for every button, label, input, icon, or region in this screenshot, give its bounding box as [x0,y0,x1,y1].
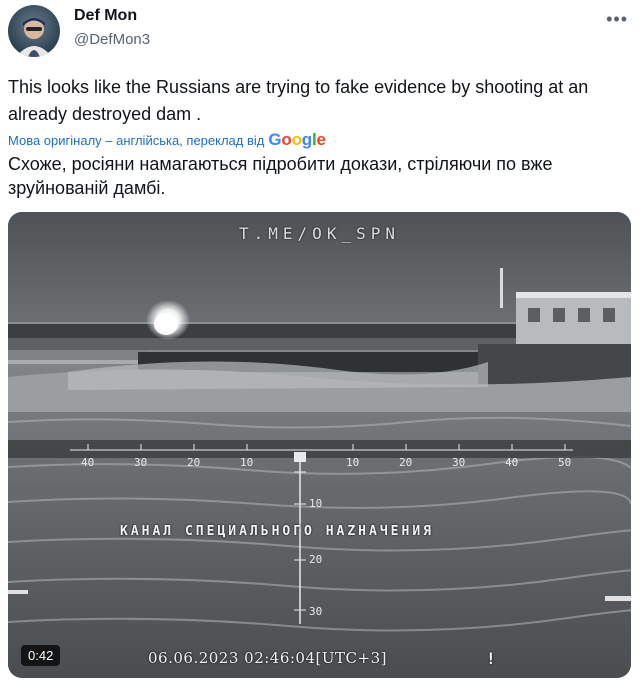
video-player[interactable]: T.ME/OK_SPN 40 30 20 10 10 20 30 40 50 1… [8,212,631,678]
author-handle[interactable]: @DefMon3 [74,31,150,48]
ruler-vertical-label: 30 [309,605,323,618]
ruler-right-label: 10 [346,456,360,469]
ruler-left-label: 40 [81,456,95,469]
tweet-text: This looks like the Russians are trying … [8,77,589,124]
author-name[interactable]: Def Mon [74,7,137,25]
translation-label: Мова оригіналу – англійська, переклад ві… [8,132,265,148]
video-marker: ! [486,649,496,668]
video-duration-badge: 0:42 [21,645,61,666]
author-avatar[interactable] [8,5,60,57]
video-watermark: T.ME/OK_SPN [239,224,400,243]
ruler-left-label: 10 [240,456,254,469]
ruler-vertical-label: 20 [309,553,323,566]
ruler-right-label: 40 [505,456,519,469]
channel-caption: КАНАЛ СПЕЦИАЛЬНОГО НАZНАЧЕНИЯ [120,524,434,539]
translated-text: Схоже, росіяни намагаються підробити док… [8,154,553,198]
ruler-vertical-label: 10 [309,497,323,510]
ruler-right-label: 20 [399,456,413,469]
ruler-right-label: 50 [558,456,572,469]
more-horizontal-icon[interactable]: ••• [606,9,628,30]
avatar-image [16,18,52,57]
video-timestamp: 06.06.2023 02:46:04[UTC+3] [148,649,387,667]
google-logo: Google [268,130,326,149]
ruler-left-label: 20 [187,456,201,469]
ruler-right-label: 30 [452,456,466,469]
translation-attribution[interactable]: Мова оригіналу – англійська, переклад ві… [8,130,326,150]
ruler-left-label: 30 [134,456,148,469]
